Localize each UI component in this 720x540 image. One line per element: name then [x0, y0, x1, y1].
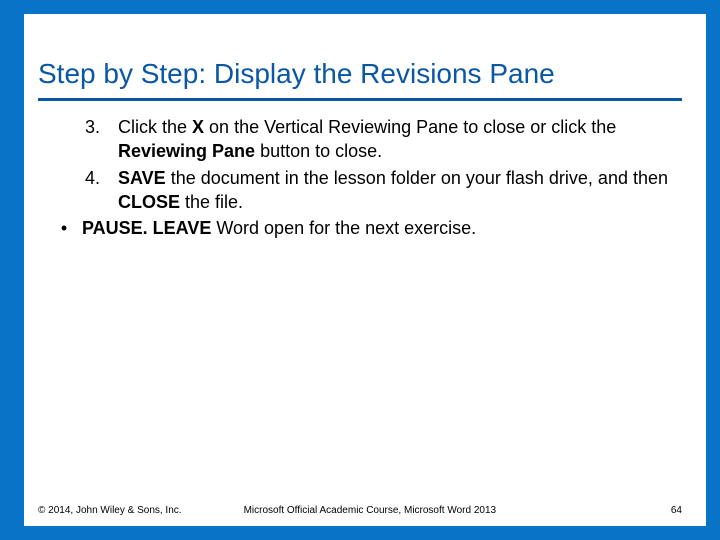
step-item: 4. SAVE the document in the lesson folde… — [46, 166, 682, 215]
numbered-steps: 3. Click the X on the Vertical Reviewing… — [46, 115, 682, 214]
bulleted-list: • PAUSE. LEAVE Word open for the next ex… — [46, 216, 682, 240]
step-text: SAVE the document in the lesson folder o… — [118, 166, 682, 215]
step-text: Click the X on the Vertical Reviewing Pa… — [118, 115, 682, 164]
bullet-text: PAUSE. LEAVE Word open for the next exer… — [82, 216, 682, 240]
slide: Step by Step: Display the Revisions Pane… — [0, 0, 720, 540]
bullet-item: • PAUSE. LEAVE Word open for the next ex… — [46, 216, 682, 240]
page-title: Step by Step: Display the Revisions Pane — [38, 58, 682, 101]
content-area: 3. Click the X on the Vertical Reviewing… — [38, 115, 682, 240]
bullet-marker: • — [46, 216, 82, 240]
step-number: 4. — [46, 166, 118, 215]
footer: © 2014, John Wiley & Sons, Inc. Microsof… — [38, 505, 682, 516]
page-number: 64 — [671, 505, 682, 516]
course-text: Microsoft Official Academic Course, Micr… — [244, 505, 671, 516]
step-item: 3. Click the X on the Vertical Reviewing… — [46, 115, 682, 164]
step-number: 3. — [46, 115, 118, 164]
copyright-text: © 2014, John Wiley & Sons, Inc. — [38, 505, 182, 516]
